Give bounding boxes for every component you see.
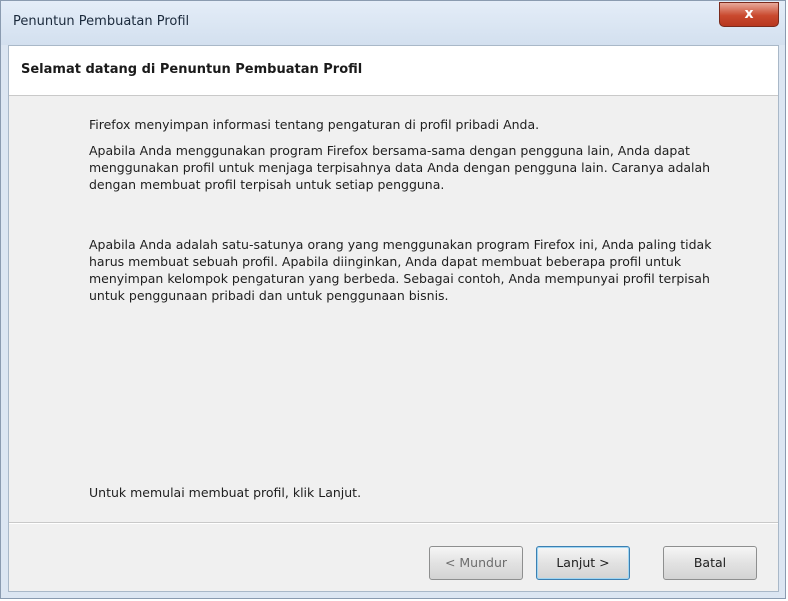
single-user-paragraph: Apabila Anda adalah satu-satunya orang y… [89,237,712,303]
profile-wizard-window: Penuntun Pembuatan Profil x Selamat data… [0,0,786,599]
wizard-client-area: Selamat datang di Penuntun Pembuatan Pro… [8,45,779,592]
next-button[interactable]: Lanjut > [536,546,630,580]
window-title: Penuntun Pembuatan Profil [13,14,190,29]
close-button[interactable]: x [719,2,779,27]
close-icon: x [744,6,754,22]
wizard-page-title: Selamat datang di Penuntun Pembuatan Pro… [21,62,363,77]
button-separator [9,522,778,524]
instruction-text: Untuk memulai membuat profil, klik Lanju… [89,485,362,500]
cancel-button[interactable]: Batal [663,546,757,580]
shared-use-paragraph: Apabila Anda menggunakan program Firefox… [89,143,711,192]
back-button[interactable]: < Mundur [429,546,523,580]
wizard-header: Selamat datang di Penuntun Pembuatan Pro… [9,46,778,96]
intro-paragraph: Firefox menyimpan informasi tentang peng… [89,117,540,132]
title-bar[interactable]: Penuntun Pembuatan Profil x [1,1,785,45]
